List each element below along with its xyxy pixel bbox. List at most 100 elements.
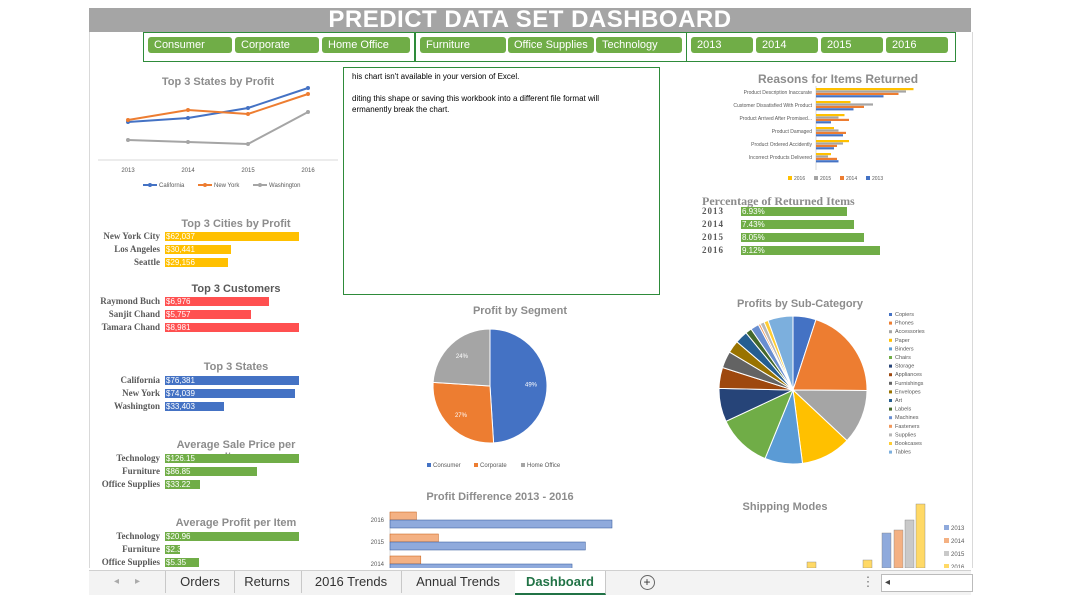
bar-blue [389,519,613,529]
bar-category-label: Furniture [122,544,160,554]
bar-2016 [816,127,834,130]
pct-bar: 8.05% [741,233,864,242]
bar-2015 [816,155,828,158]
slicer-technology[interactable]: Technology [596,37,682,53]
legend-swatch [889,442,892,445]
legend-label: Washington [269,183,300,189]
bar: $33,403 [165,402,224,411]
legend-label: Consumer [433,463,461,469]
tab-scroll-arrows[interactable]: ◂ ▸ [89,571,165,593]
shipping-bar [904,519,915,568]
slicer-2015[interactable]: 2015 [821,37,883,53]
legend-label: Chairs [895,355,911,361]
bar: $8,981 [165,323,299,332]
scroll-left-icon[interactable]: ◂ [885,572,890,594]
bar-2014 [816,105,864,108]
slicer-consumer[interactable]: Consumer [148,37,232,53]
legend-label: Storage [895,364,914,370]
bar-2016 [816,153,831,156]
bar-category-label: California [120,375,161,385]
segment-slice-label: 24% [456,354,469,360]
bar-2014 [816,118,849,121]
tab-2016-trends[interactable]: 2016 Trends [301,571,402,593]
data-point [186,140,190,144]
legend-swatch [521,463,525,467]
sheet-tabs: ◂ ▸ Orders Returns 2016 Trends Annual Tre… [89,570,973,595]
legend-label: Phones [895,321,914,327]
bar-2013 [816,160,839,163]
bar-category-label: Washington [113,401,160,411]
legend-swatch [889,450,892,454]
tab-dashboard[interactable]: Dashboard [515,571,606,595]
legend-swatch [889,416,892,420]
tab-returns[interactable]: Returns [233,571,302,593]
bar-2016 [816,88,914,91]
legend-swatch [889,433,892,437]
x-tick-label: 2015 [241,168,255,174]
pct-value-label: 9.12% [742,246,765,255]
dashboard-title: PREDICT DATA SET DASHBOARD [89,8,971,32]
bar-chart-avg_profit: Average Profit per Item Technology $20.96 F… [90,517,350,577]
pct-returned-chart: Percentage of Returned Items 2013 6.93% 20… [700,192,950,262]
segment-pie-svg: 49% 27% 24% Consumer Corporate Home Office [427,328,561,469]
legend-label: 2013 [951,526,965,532]
slicer-home-office[interactable]: Home Office [322,37,410,53]
legend-label: Furnishings [895,381,924,387]
bar: $74,039 [165,389,295,398]
segment-slicer: Consumer Corporate Home Office [143,32,415,62]
legend-label: Envelopes [895,389,921,395]
reason-label: Incorrect Products Delivered [749,155,812,161]
slicer-furniture[interactable]: Furniture [420,37,506,53]
legend-swatch [889,356,892,359]
tab-options-icon[interactable]: ⋮ [861,571,875,593]
bar-chart-avg_sale_price: Average Sale Price per ItemTechnology$12… [90,439,350,499]
tab-annual-trends[interactable]: Annual Trends [401,571,516,593]
series-line-california [127,87,309,123]
chart-title: Top 3 Customers [191,283,281,295]
data-point [246,106,250,110]
category-label: 2015 [371,540,385,546]
bar-2013 [816,108,854,111]
tab-prev-icon[interactable]: ◂ [114,576,119,587]
x-tick-label: 2016 [301,168,315,174]
bar-category-label: Technology [116,453,160,463]
chart-unavailable-notice: his chart isn't available in your versio… [343,67,660,295]
add-sheet-button[interactable]: + [635,571,659,593]
pct-value-label: 6.93% [742,207,765,216]
legend-label: Paper [895,338,910,344]
legend-label: Labels [895,407,911,413]
bar-2014 [816,144,837,147]
horizontal-scrollbar[interactable]: ◂ [881,574,973,592]
warning-line-2: diting this shape or saving this workboo… [352,94,600,103]
legend-swatch [944,538,949,543]
pct-bar: 9.12% [741,246,880,255]
slicer-2016[interactable]: 2016 [886,37,948,53]
legend-label: New York [214,183,240,189]
bar-value-label: $30,441 [166,245,195,254]
slicer-2014[interactable]: 2014 [756,37,818,53]
tab-orders[interactable]: Orders [165,571,235,593]
line-chart-svg: 2013 2014 2015 2016 California New York Washin… [98,86,338,189]
legend-label: 2016 [794,176,805,182]
legend-label: Machines [895,415,919,421]
bar-2015 [816,129,839,132]
bar-2015 [816,142,843,145]
bar: $2.30 [165,545,186,554]
legend-label: 2016 [951,565,965,568]
bar-value-label: $33.22 [166,480,191,489]
shipping-bar [881,532,892,568]
bar: $30,441 [165,245,231,254]
slicer-2013[interactable]: 2013 [691,37,753,53]
top3-states-line-chart: Top 3 States by Profit 2013 2014 2015 2016 C… [93,60,343,200]
bar-blue [389,541,586,551]
reasons-returned-chart: Reasons for Items Returned Product Descr… [700,68,950,188]
tab-next-icon[interactable]: ▸ [135,576,140,587]
warning-line-3: ermanently break the chart. [352,105,450,114]
legend-swatch [889,381,892,385]
legend-marker [258,183,262,187]
slicer-office-supplies[interactable]: Office Supplies [508,37,594,53]
pct-year-label: 2015 [702,232,724,242]
legend-label: Corporate [480,463,507,469]
slicer-corporate[interactable]: Corporate [235,37,319,53]
bar-value-label: $29,156 [166,258,195,267]
